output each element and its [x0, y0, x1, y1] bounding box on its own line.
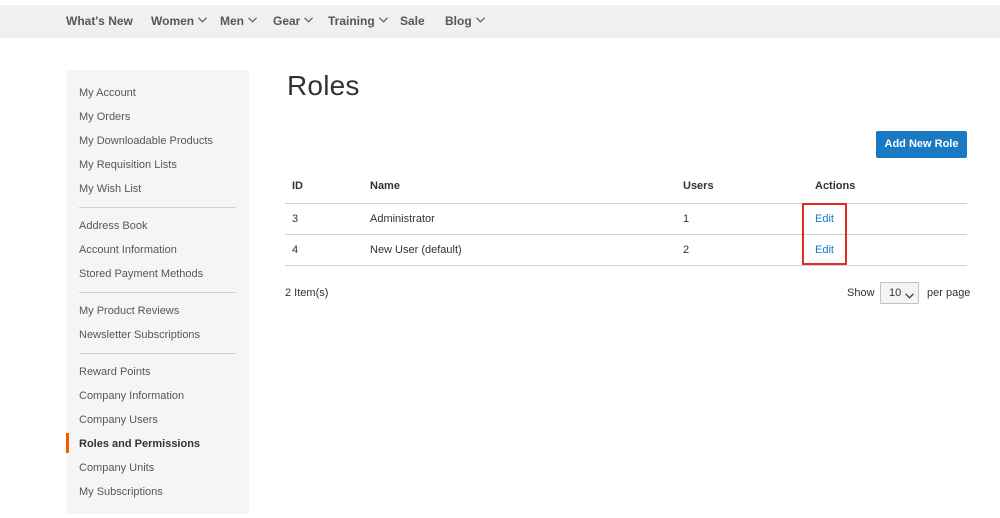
- role-id: 3: [292, 213, 299, 225]
- nav-item-label: Sale: [400, 14, 425, 28]
- sidebar-item-stored-payment-methods[interactable]: Stored Payment Methods: [79, 268, 203, 280]
- column-header-users: Users: [683, 180, 714, 192]
- nav-item-training[interactable]: Training: [328, 14, 388, 28]
- item-count: 2 Item(s): [285, 287, 329, 299]
- top-navigation: What's New Women Men Gear Training Sale …: [0, 5, 1000, 38]
- chevron-down-icon: [905, 290, 914, 302]
- sidebar-item-account-information[interactable]: Account Information: [79, 244, 177, 256]
- edit-links-highlight-box: [802, 203, 847, 265]
- role-users: 2: [683, 244, 690, 256]
- account-sidebar: My Account My Orders My Downloadable Pro…: [66, 70, 249, 514]
- per-page-label: per page: [927, 287, 971, 299]
- nav-item-women[interactable]: Women: [151, 14, 208, 28]
- chevron-down-icon: [378, 17, 388, 23]
- nav-item-whats-new[interactable]: What's New: [66, 14, 133, 28]
- table-header-divider: [285, 203, 967, 204]
- sidebar-item-my-downloadable-products[interactable]: My Downloadable Products: [79, 135, 213, 147]
- role-id: 4: [292, 244, 299, 256]
- sidebar-item-roles-and-permissions[interactable]: Roles and Permissions: [79, 438, 200, 450]
- chevron-down-icon: [248, 17, 257, 23]
- nav-item-label: Blog: [445, 14, 472, 28]
- column-header-name: Name: [370, 180, 400, 192]
- sidebar-item-reward-points[interactable]: Reward Points: [79, 366, 151, 378]
- active-item-indicator: [66, 433, 69, 453]
- sidebar-item-my-account[interactable]: My Account: [79, 87, 136, 99]
- nav-item-label: Gear: [273, 14, 301, 28]
- page-title: Roles: [287, 70, 360, 101]
- sidebar-item-company-units[interactable]: Company Units: [79, 462, 154, 474]
- sidebar-divider: [79, 207, 236, 208]
- chevron-down-icon: [475, 17, 485, 23]
- nav-item-blog[interactable]: Blog: [445, 14, 485, 28]
- column-header-actions: Actions: [815, 180, 856, 192]
- role-name: New User (default): [370, 244, 462, 256]
- role-name: Administrator: [370, 213, 435, 225]
- sidebar-item-newsletter-subscriptions[interactable]: Newsletter Subscriptions: [79, 329, 200, 341]
- nav-item-label: Training: [328, 14, 375, 28]
- sidebar-divider: [79, 292, 236, 293]
- sidebar-item-my-requisition-lists[interactable]: My Requisition Lists: [79, 159, 177, 171]
- nav-item-label: Women: [151, 14, 195, 28]
- column-header-id: ID: [292, 180, 303, 192]
- nav-item-men[interactable]: Men: [220, 14, 257, 28]
- nav-item-gear[interactable]: Gear: [273, 14, 314, 28]
- sidebar-item-my-orders[interactable]: My Orders: [79, 111, 130, 123]
- chevron-down-icon: [304, 17, 314, 23]
- sidebar-item-my-product-reviews[interactable]: My Product Reviews: [79, 305, 179, 317]
- sidebar-item-address-book[interactable]: Address Book: [79, 220, 147, 232]
- nav-item-label: What's New: [66, 14, 133, 28]
- nav-item-label: Men: [220, 14, 244, 28]
- per-page-value: 10: [889, 287, 902, 299]
- sidebar-item-company-information[interactable]: Company Information: [79, 390, 184, 402]
- add-new-role-button[interactable]: Add New Role: [876, 131, 967, 158]
- sidebar-item-my-wish-list[interactable]: My Wish List: [79, 183, 141, 195]
- role-users: 1: [683, 213, 690, 225]
- sidebar-divider: [79, 353, 236, 354]
- nav-item-sale[interactable]: Sale: [400, 14, 425, 28]
- show-label: Show: [847, 287, 875, 299]
- table-row-divider: [285, 234, 967, 235]
- table-row-divider: [285, 265, 967, 266]
- chevron-down-icon: [198, 17, 208, 23]
- per-page-select[interactable]: 10: [880, 282, 919, 304]
- sidebar-item-my-subscriptions[interactable]: My Subscriptions: [79, 486, 163, 498]
- sidebar-item-company-users[interactable]: Company Users: [79, 414, 158, 426]
